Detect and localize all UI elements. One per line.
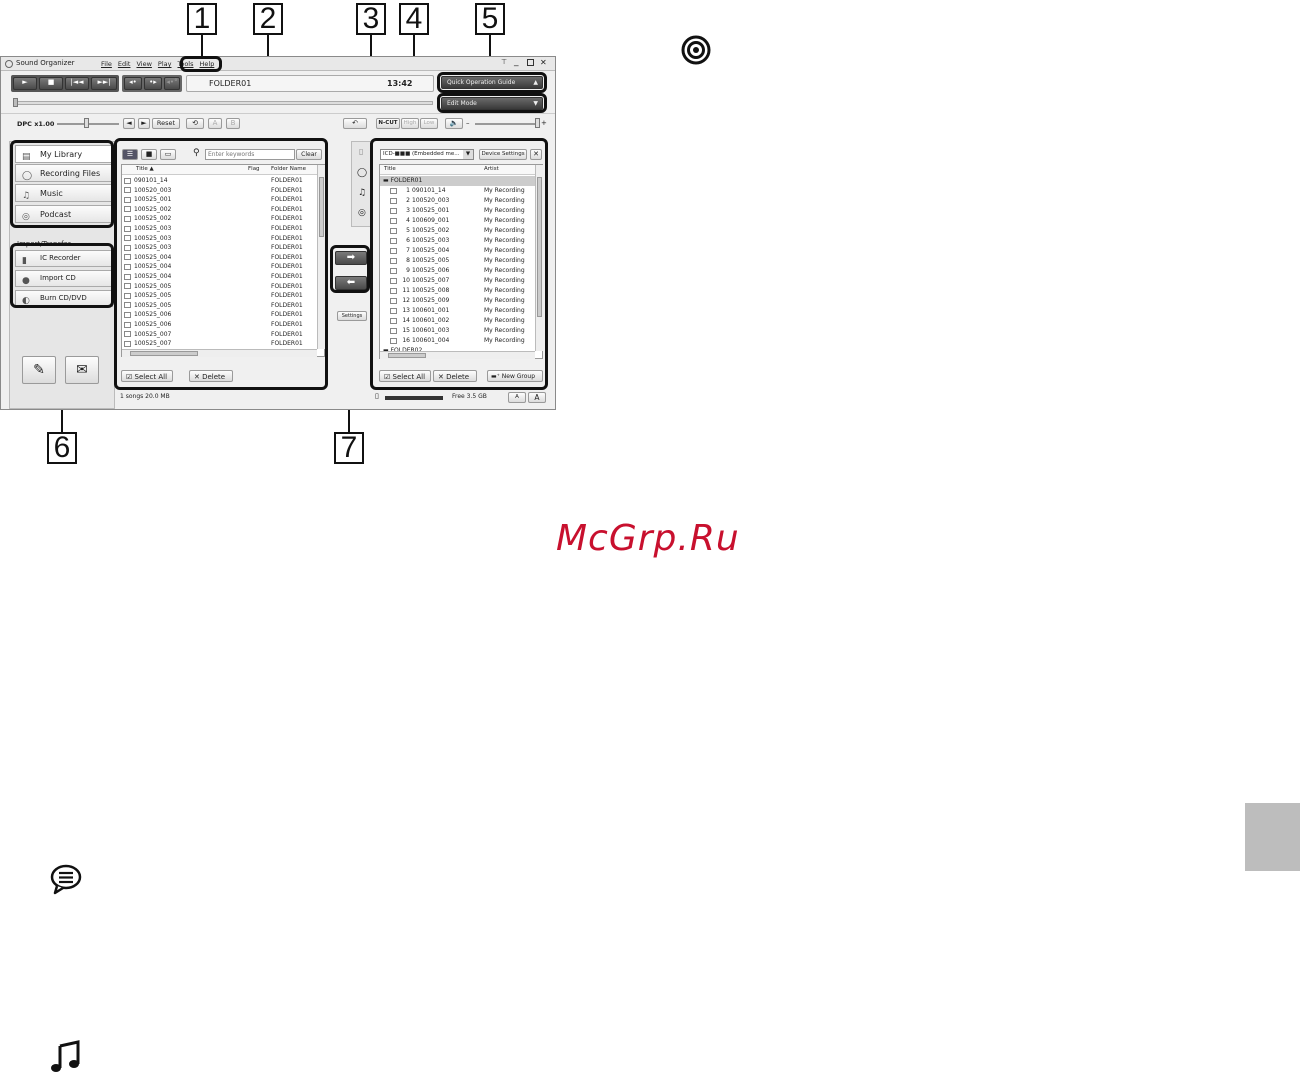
send-mail-button[interactable]: ✉ xyxy=(65,356,99,384)
volume-track[interactable] xyxy=(475,123,537,125)
dpc-down-button[interactable]: ◄ xyxy=(123,118,135,129)
play-button[interactable]: ► xyxy=(13,77,37,90)
callout-7: 7 xyxy=(334,432,364,464)
folder-display: FOLDER01 xyxy=(209,79,252,88)
stop-button[interactable]: ■ xyxy=(39,77,63,90)
callout-3: 3 xyxy=(356,3,386,35)
highlight-edit-mode xyxy=(437,93,547,113)
playback-position-track[interactable] xyxy=(15,101,433,105)
high-button[interactable]: High xyxy=(401,118,419,129)
display-panel: FOLDER01 13:42 xyxy=(186,75,434,92)
ab-button[interactable]: A xyxy=(208,118,222,129)
music-tab-icon[interactable]: ♫ xyxy=(358,188,366,198)
watermark: McGrp.Ru xyxy=(556,518,740,559)
toolbar-divider xyxy=(1,113,555,114)
volume-minus: – xyxy=(466,119,470,127)
callout-2: 2 xyxy=(253,3,283,35)
mark-end-button[interactable]: •▸ xyxy=(144,77,162,90)
minimize-icon[interactable]: _ xyxy=(514,57,519,67)
dpc-label: DPC x1.00 xyxy=(17,120,55,128)
font-large-button[interactable]: A xyxy=(528,392,546,403)
transfer-settings-button[interactable]: Settings xyxy=(337,311,367,321)
dpc-reset-button[interactable]: Reset xyxy=(152,118,180,129)
menu-play[interactable]: Play xyxy=(158,60,172,68)
edit-note-button[interactable]: ✎ xyxy=(22,356,56,384)
callout-6: 6 xyxy=(47,432,77,464)
recording-tab-icon[interactable]: ◯ xyxy=(357,168,367,178)
dpc-slider-handle[interactable] xyxy=(84,118,89,128)
recorder-tab-icon[interactable]: ▯ xyxy=(359,147,363,156)
callout-5: 5 xyxy=(475,3,505,35)
section-tab xyxy=(1245,803,1300,871)
dpc-up-button[interactable]: ► xyxy=(138,118,150,129)
highlight-nav-tabs xyxy=(10,140,114,228)
ncut-button[interactable]: N-CUT xyxy=(376,118,400,129)
b-button[interactable]: B xyxy=(226,118,240,129)
callout-1: 1 xyxy=(187,3,217,35)
highlight-help-menu xyxy=(180,56,222,72)
title-bar: Sound Organizer File Edit View Play Tools Hel… xyxy=(1,57,555,71)
mark-clear-button[interactable]: ◂•° xyxy=(164,77,180,90)
volume-handle[interactable] xyxy=(535,118,540,128)
playback-position-handle[interactable] xyxy=(13,98,18,107)
free-space: Free 3.5 GB xyxy=(452,393,487,400)
library-status: 1 songs 20.0 MB xyxy=(120,393,170,400)
next-button[interactable]: ►►| xyxy=(91,77,117,90)
easy-search-button[interactable]: ↶ xyxy=(343,118,367,129)
menu-edit[interactable]: Edit xyxy=(118,60,131,68)
repeat-button[interactable]: ⟲ xyxy=(186,118,204,129)
highlight-transfer-buttons xyxy=(330,245,370,293)
volume-plus: + xyxy=(541,119,547,127)
pin-icon[interactable]: ⊤ xyxy=(501,58,507,66)
callout-4: 4 xyxy=(399,3,429,35)
menu-view[interactable]: View xyxy=(136,60,151,68)
font-small-button[interactable]: A xyxy=(508,392,526,403)
callout-line-1 xyxy=(201,35,203,58)
storage-bar xyxy=(385,396,443,400)
highlight-import-transfer xyxy=(10,243,114,308)
app-title: Sound Organizer xyxy=(16,59,75,67)
mark-start-button[interactable]: ◂• xyxy=(124,77,142,90)
menu-file[interactable]: File xyxy=(101,60,112,68)
podcast-tab-icon[interactable]: ◎ xyxy=(358,208,366,218)
highlight-library-panel xyxy=(114,138,328,390)
time-display: 13:42 xyxy=(387,79,413,88)
app-icon xyxy=(5,60,13,68)
recording-files-icon xyxy=(48,862,84,896)
previous-button[interactable]: |◄◄ xyxy=(65,77,89,90)
podcast-icon xyxy=(680,34,712,66)
highlight-device-panel xyxy=(370,138,548,390)
low-button[interactable]: Low xyxy=(420,118,438,129)
memory-icon: ▯ xyxy=(375,392,379,400)
close-icon[interactable]: ✕ xyxy=(540,58,547,67)
speaker-icon[interactable]: 🔈 xyxy=(445,118,463,129)
music-note-icon xyxy=(50,1040,82,1074)
maximize-icon[interactable] xyxy=(527,59,534,66)
highlight-quick-guide xyxy=(437,72,547,93)
